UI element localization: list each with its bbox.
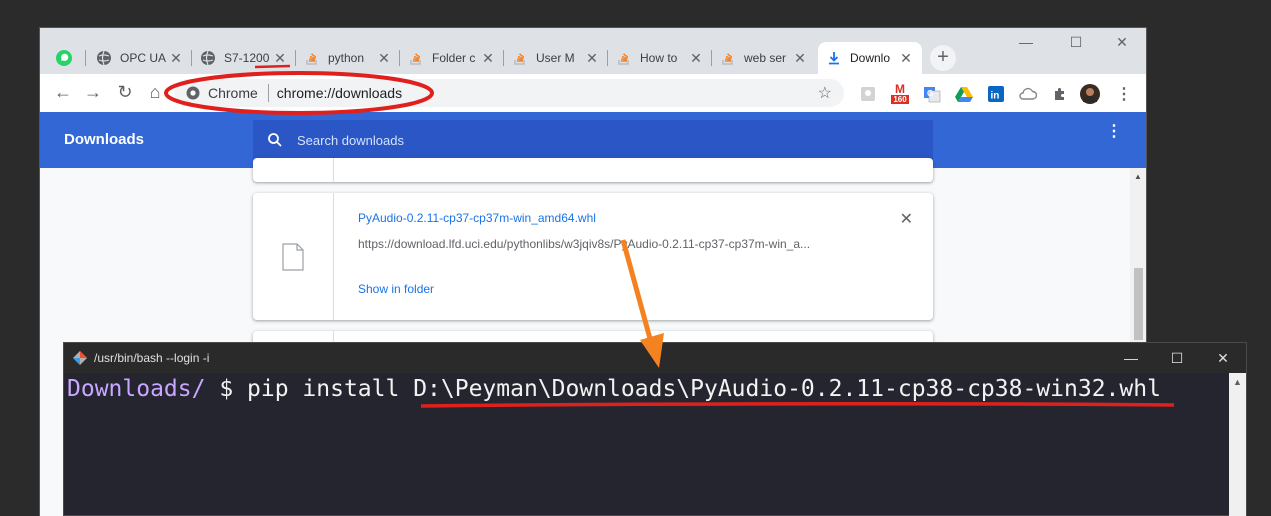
tab-user[interactable]: User M ✕ — [504, 42, 608, 74]
back-button[interactable]: ← — [52, 82, 74, 102]
tab-python[interactable]: python ✕ — [296, 42, 400, 74]
terminal-command-line[interactable]: Downloads/ $ pip install D:\Peyman\Downl… — [67, 376, 1161, 402]
tab-title: How to — [640, 51, 678, 65]
tab-folder[interactable]: Folder c ✕ — [400, 42, 504, 74]
close-tab-icon[interactable]: ✕ — [168, 50, 184, 67]
chrome-chip-label: Chrome — [208, 85, 258, 101]
stackoverflow-icon — [408, 50, 424, 66]
download-card: PyAudio-0.2.11-cp37-cp37m-win_amd64.whl … — [253, 193, 933, 320]
minimize-button[interactable]: — — [1006, 34, 1046, 50]
stackoverflow-icon — [304, 50, 320, 66]
chrome-chip: Chrome — [174, 85, 258, 101]
download-url[interactable]: https://download.lfd.uci.edu/pythonlibs/… — [358, 237, 810, 251]
new-tab-button[interactable]: + — [930, 45, 956, 71]
chrome-icon — [186, 86, 200, 100]
tab-opc-ua[interactable]: OPC UA ✕ — [88, 42, 192, 74]
tab-whatsapp[interactable] — [48, 42, 86, 74]
stackoverflow-icon — [616, 50, 632, 66]
cloud-extension-icon[interactable] — [1018, 84, 1038, 104]
close-window-button[interactable]: ✕ — [1102, 34, 1142, 51]
search-placeholder: Search downloads — [297, 132, 404, 148]
terminal-minimize-button[interactable]: — — [1116, 350, 1146, 366]
google-drive-icon[interactable] — [954, 84, 974, 104]
tab-web-ser[interactable]: web ser ✕ — [712, 42, 816, 74]
more-options-icon[interactable]: ⋮ — [1106, 124, 1122, 140]
close-tab-icon[interactable]: ✕ — [584, 50, 600, 67]
download-filename[interactable]: PyAudio-0.2.11-cp37-cp37m-win_amd64.whl — [358, 211, 596, 225]
close-tab-icon[interactable]: ✕ — [688, 50, 704, 67]
extension-page-icon[interactable] — [858, 84, 878, 104]
home-button[interactable]: ⌂ — [144, 82, 166, 102]
download-icon — [826, 50, 842, 66]
show-in-folder-link[interactable]: Show in folder — [358, 282, 434, 296]
close-tab-icon[interactable]: ✕ — [272, 50, 288, 67]
tab-s7-1200[interactable]: S7-1200 ✕ — [192, 42, 296, 74]
close-tab-icon[interactable]: ✕ — [792, 50, 808, 67]
close-tab-icon[interactable]: ✕ — [898, 50, 914, 67]
tab-title: Downlo — [850, 51, 891, 65]
terminal-maximize-button[interactable]: ☐ — [1162, 350, 1192, 367]
globe-icon — [96, 50, 112, 66]
terminal-scroll-up-icon[interactable]: ▲ — [1233, 377, 1242, 387]
search-icon — [268, 133, 282, 147]
search-input[interactable]: Search downloads — [253, 120, 933, 160]
git-bash-icon — [73, 351, 87, 365]
card-divider — [333, 193, 334, 320]
translate-icon[interactable]: G — [922, 84, 942, 104]
tab-title: OPC UA — [120, 51, 167, 65]
page-title: Downloads — [64, 131, 145, 148]
tab-title: Folder c — [432, 51, 476, 65]
tab-title: web ser — [744, 51, 787, 65]
tab-title: S7-1200 — [224, 51, 270, 65]
close-tab-icon[interactable]: ✕ — [480, 50, 496, 67]
terminal-window: /usr/bin/bash --login -i — ☐ ✕ Downloads… — [63, 342, 1247, 516]
terminal-scrollbar[interactable]: ▲ — [1229, 373, 1246, 516]
tab-title: python — [328, 51, 365, 65]
tab-strip: OPC UA ✕ S7-1200 ✕ python ✕ Folder c ✕ U… — [40, 28, 1146, 74]
terminal-close-button[interactable]: ✕ — [1208, 350, 1238, 367]
download-card-previous — [253, 158, 933, 182]
omnibox[interactable]: Chrome chrome://downloads ☆ — [174, 79, 844, 107]
gmail-badge: 160 — [891, 95, 909, 104]
chrome-menu-icon[interactable]: ⋮ — [1114, 84, 1134, 104]
browser-toolbar: ← → ↻ ⌂ Chrome chrome://downloads ☆ M 16… — [40, 74, 1146, 112]
terminal-prompt: Downloads/ — [67, 376, 206, 402]
stackoverflow-icon — [720, 50, 736, 66]
bookmark-star-icon[interactable]: ☆ — [818, 83, 832, 103]
close-tab-icon[interactable]: ✕ — [376, 50, 392, 67]
remove-download-icon[interactable]: ✕ — [900, 209, 913, 229]
terminal-title-bar: /usr/bin/bash --login -i — ☐ ✕ — [64, 343, 1246, 373]
gmail-counter-icon[interactable]: M 160 — [890, 83, 910, 104]
stackoverflow-icon — [512, 50, 528, 66]
scroll-thumb[interactable] — [1134, 268, 1143, 340]
omnibox-divider — [267, 84, 269, 102]
avatar[interactable] — [1080, 84, 1100, 104]
globe-icon — [200, 50, 216, 66]
svg-text:in: in — [991, 91, 1000, 102]
forward-button[interactable]: → — [82, 82, 104, 102]
tab-downloads[interactable]: Downlo ✕ — [818, 42, 922, 74]
tab-title: User M — [536, 51, 575, 65]
extensions-puzzle-icon[interactable] — [1050, 84, 1070, 104]
tab-how-to[interactable]: How to ✕ — [608, 42, 712, 74]
file-icon — [282, 243, 304, 276]
reload-button[interactable]: ↻ — [114, 82, 136, 102]
scroll-up-arrow-icon[interactable]: ▲ — [1134, 172, 1142, 181]
omnibox-url[interactable]: chrome://downloads — [277, 85, 402, 101]
whatsapp-icon — [56, 50, 72, 66]
terminal-title: /usr/bin/bash --login -i — [94, 351, 210, 365]
svg-text:G: G — [927, 89, 933, 98]
linkedin-icon[interactable]: in — [986, 84, 1006, 104]
terminal-command: $ pip install D:\Peyman\Downloads\PyAudi… — [205, 376, 1161, 402]
maximize-button[interactable]: ☐ — [1056, 34, 1096, 51]
